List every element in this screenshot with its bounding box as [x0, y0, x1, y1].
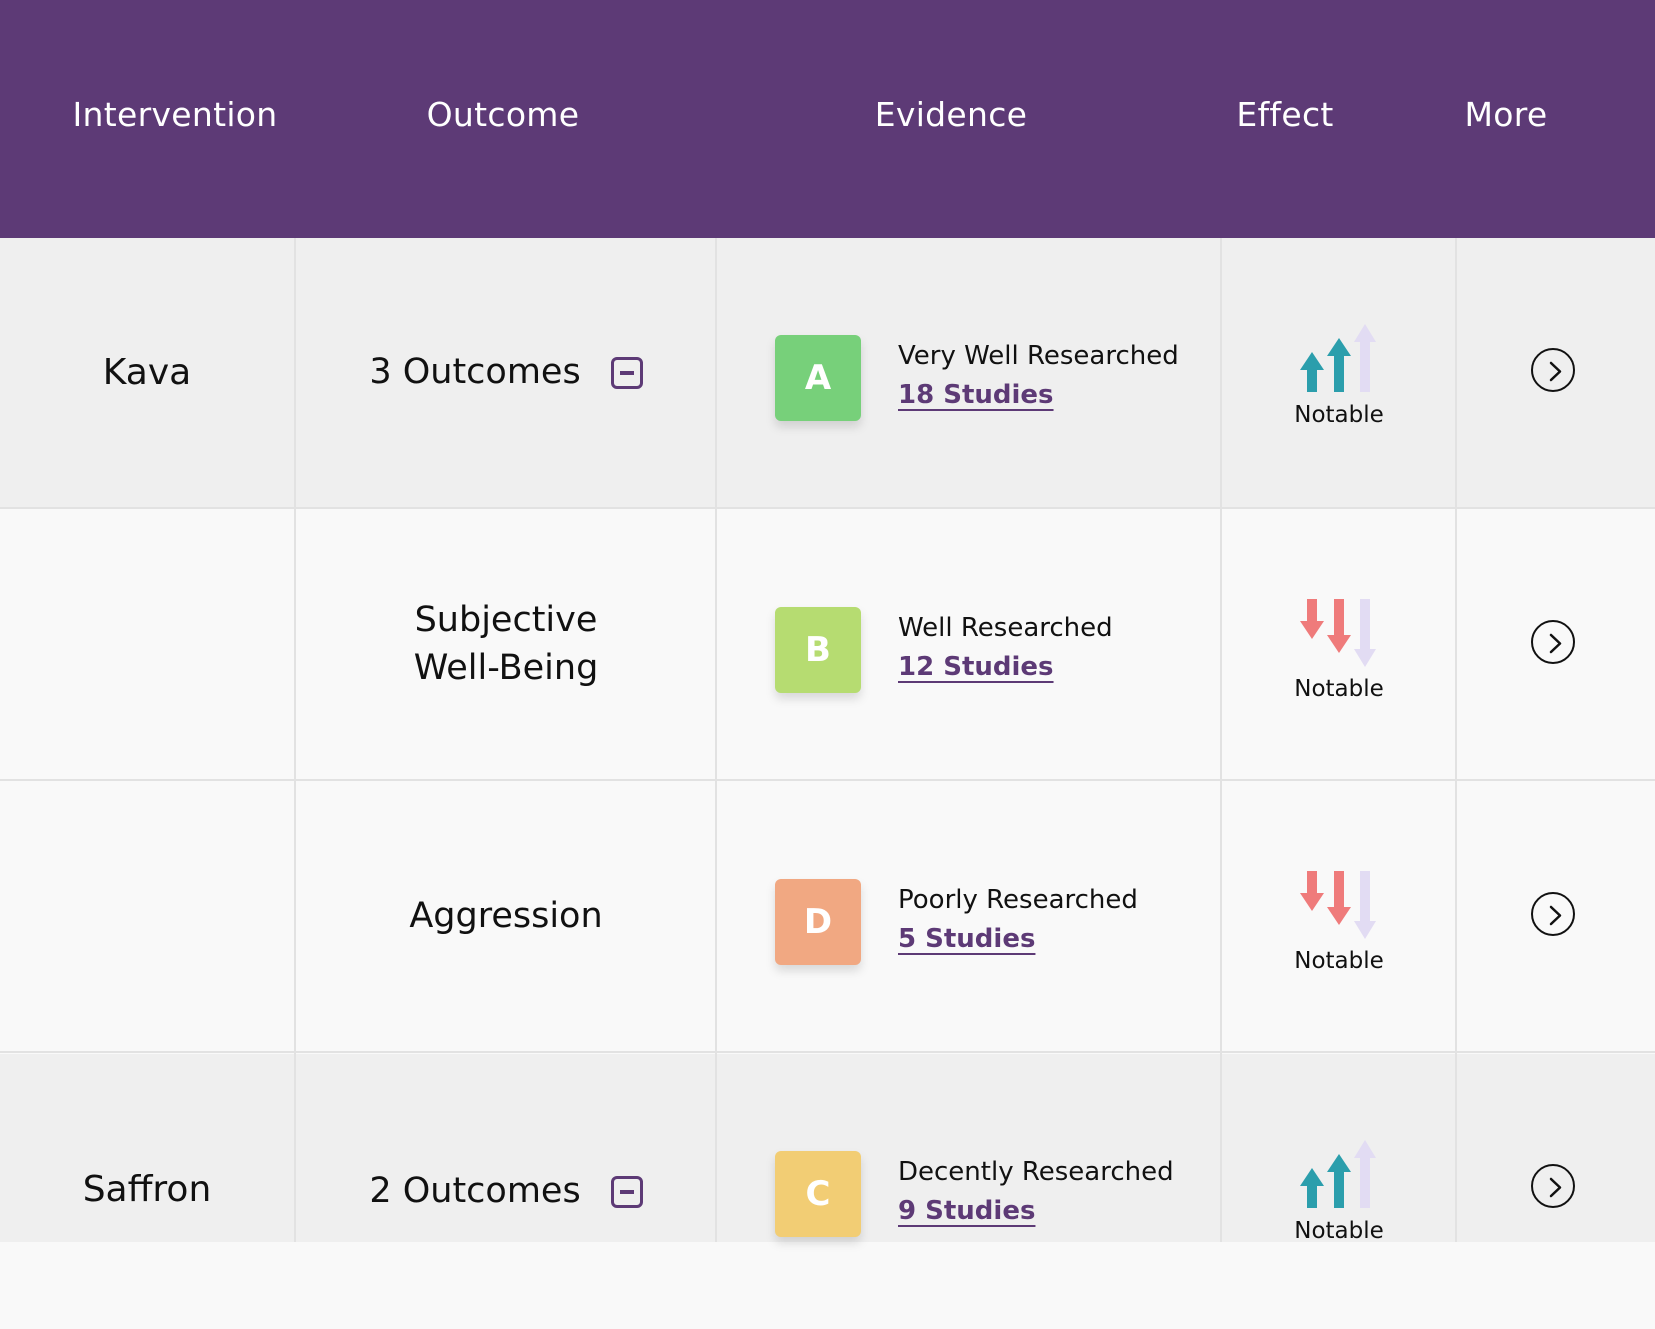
table-row: Subjective Well-Being B Well Researched … [0, 510, 1655, 781]
effect-cell: Notable [1222, 782, 1456, 1051]
table-row: Saffron 2 Outcomes C Decently Researched… [0, 1054, 1655, 1244]
evidence-level: Poorly Researched [898, 885, 1138, 915]
chevron-right-icon [1549, 905, 1562, 926]
studies-link[interactable]: 12 Studies [898, 648, 1054, 687]
more-details-button[interactable] [1531, 892, 1575, 936]
effect-cell: Notable [1222, 1054, 1456, 1244]
effect-label: Notable [1294, 948, 1384, 974]
effect-down-arrows-icon [1300, 871, 1376, 939]
evidence-text: Decently Researched 9 Studies [898, 1153, 1174, 1231]
intervention-name [0, 510, 294, 779]
outcome-name[interactable]: Subjective Well-Being [414, 597, 599, 692]
column-divider [1455, 238, 1457, 1242]
column-header-evidence: Evidence [874, 95, 1028, 134]
more-details-button[interactable] [1531, 620, 1575, 664]
evidence-text: Very Well Researched 18 Studies [898, 337, 1179, 415]
table-header: Intervention Outcome Evidence Effect Mor… [0, 0, 1655, 238]
studies-link[interactable]: 18 Studies [898, 376, 1054, 415]
evidence-level: Decently Researched [898, 1157, 1174, 1187]
evidence-level: Well Researched [898, 613, 1113, 643]
intervention-name: Kava [102, 352, 192, 393]
table-row: Aggression D Poorly Researched 5 Studies… [0, 782, 1655, 1053]
column-header-intervention: Intervention [72, 95, 278, 134]
outcome-name-line: Well-Being [413, 647, 599, 688]
outcome-cell: Subjective Well-Being [296, 510, 716, 779]
table-row: Kava 3 Outcomes A Very Well Researched 1… [0, 238, 1655, 509]
collapse-outcomes-button[interactable] [610, 356, 643, 389]
outcome-name-line: Subjective [414, 600, 598, 641]
effect-up-arrows-icon [1300, 324, 1376, 392]
evidence-grade-badge: B [775, 607, 861, 693]
chevron-right-icon [1549, 361, 1562, 382]
effect-label: Notable [1294, 1218, 1384, 1244]
effect-up-arrows-icon [1300, 1140, 1376, 1208]
column-divider [294, 238, 296, 1242]
effect-label: Notable [1294, 402, 1384, 428]
outcome-cell: 2 Outcomes [296, 1054, 716, 1329]
evidence-text: Well Researched 12 Studies [898, 609, 1113, 687]
evidence-grade-badge: D [775, 879, 861, 965]
column-header-more: More [1464, 95, 1548, 134]
more-details-button[interactable] [1531, 348, 1575, 392]
effect-down-arrows-icon [1300, 599, 1376, 667]
outcome-cell: Aggression [296, 782, 716, 1051]
effect-cell: Notable [1222, 510, 1456, 779]
evidence-level: Very Well Researched [898, 341, 1179, 371]
studies-link[interactable]: 5 Studies [898, 920, 1035, 959]
column-header-effect: Effect [1236, 95, 1334, 134]
evidence-grade-badge: C [775, 1151, 861, 1237]
outcome-count: 2 Outcomes [369, 1170, 581, 1211]
collapse-outcomes-button[interactable] [610, 1175, 643, 1208]
intervention-name: Saffron [82, 1168, 212, 1210]
more-details-button[interactable] [1531, 1164, 1575, 1208]
column-divider [1220, 238, 1222, 1242]
effect-label: Notable [1294, 676, 1384, 702]
column-header-outcome: Outcome [426, 95, 580, 134]
outcome-count: 3 Outcomes [369, 351, 581, 392]
evidence-text: Poorly Researched 5 Studies [898, 881, 1138, 959]
outcome-cell: 3 Outcomes [296, 238, 716, 507]
outcome-name[interactable]: Aggression [409, 893, 602, 940]
intervention-name [0, 782, 294, 1051]
evidence-grade-badge: A [775, 335, 861, 421]
column-divider [715, 238, 717, 1242]
studies-link[interactable]: 9 Studies [898, 1192, 1035, 1231]
chevron-right-icon [1549, 1177, 1562, 1198]
effect-cell: Notable [1222, 238, 1456, 507]
chevron-right-icon [1549, 633, 1562, 654]
